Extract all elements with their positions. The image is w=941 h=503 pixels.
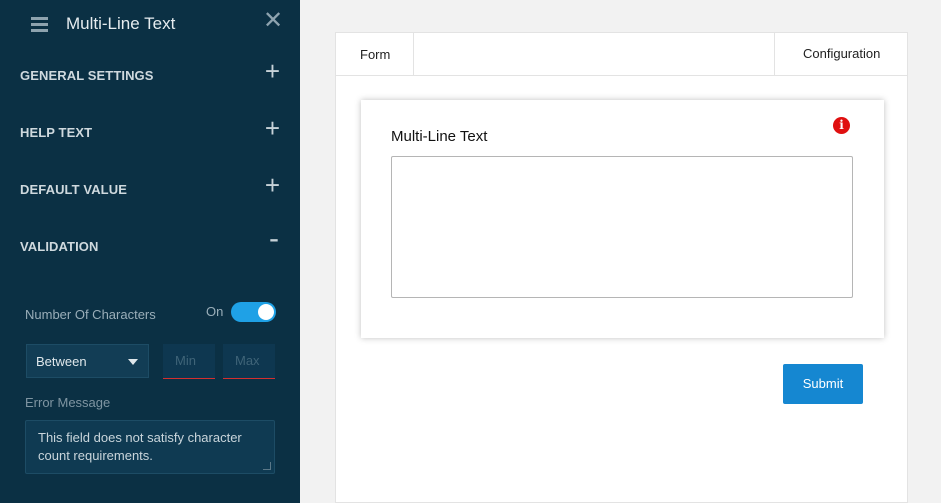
toggle-knob [258, 304, 274, 320]
error-message-textarea[interactable]: This field does not satisfy character co… [25, 420, 275, 474]
plus-icon[interactable]: + [265, 58, 280, 84]
plus-icon[interactable]: + [265, 115, 280, 141]
hamburger-icon[interactable] [31, 17, 48, 32]
sidebar-header: Multi-Line Text ✕ [0, 0, 300, 48]
field-label: Multi-Line Text [391, 128, 488, 145]
section-default-value[interactable]: DEFAULT VALUE + [0, 170, 300, 210]
field-card[interactable]: Multi-Line Text i [361, 100, 884, 338]
multi-line-textarea[interactable] [391, 156, 853, 298]
form-panel: Form Configuration Multi-Line Text i Sub… [335, 32, 908, 503]
submit-button[interactable]: Submit [783, 364, 863, 404]
tab-configuration[interactable]: Configuration [774, 33, 908, 75]
number-of-characters-toggle[interactable] [231, 302, 276, 322]
sidebar-title: Multi-Line Text [66, 14, 176, 33]
tab-divider [336, 75, 908, 76]
section-label: HELP TEXT [20, 125, 93, 140]
info-icon[interactable]: i [833, 117, 850, 134]
minus-icon[interactable]: - [269, 224, 279, 254]
toggle-state-label: On [206, 304, 224, 319]
error-message-value: This field does not satisfy character co… [38, 430, 242, 463]
caret-down-icon [128, 359, 138, 365]
min-input[interactable]: Min [163, 344, 215, 379]
section-help-text[interactable]: HELP TEXT + [0, 113, 300, 153]
max-input[interactable]: Max [223, 344, 275, 379]
section-label: VALIDATION [20, 239, 99, 254]
sidebar: Multi-Line Text ✕ GENERAL SETTINGS + HEL… [0, 0, 300, 503]
number-of-characters-row: Number Of Characters On [25, 300, 277, 328]
number-of-characters-label: Number Of Characters [25, 307, 156, 322]
plus-icon[interactable]: + [265, 172, 280, 198]
error-message-label: Error Message [25, 395, 111, 410]
resize-handle-icon[interactable] [263, 462, 271, 470]
range-select[interactable]: Between [26, 344, 149, 378]
section-general-settings[interactable]: GENERAL SETTINGS + [0, 56, 300, 96]
section-label: GENERAL SETTINGS [20, 68, 154, 83]
section-validation[interactable]: VALIDATION - [0, 224, 300, 267]
range-select-value: Between [36, 354, 87, 369]
close-icon[interactable]: ✕ [263, 9, 283, 33]
tab-form[interactable]: Form [336, 33, 414, 75]
section-label: DEFAULT VALUE [20, 182, 127, 197]
